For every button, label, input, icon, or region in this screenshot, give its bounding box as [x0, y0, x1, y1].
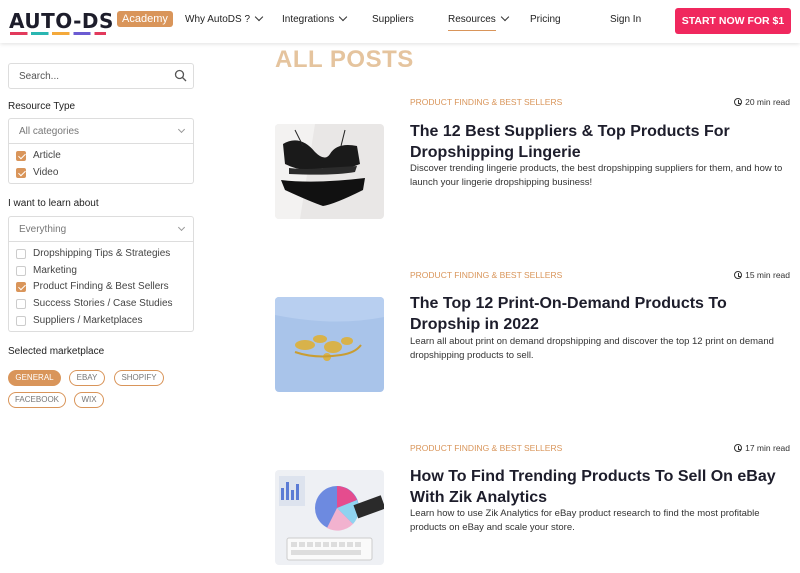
read-time-text: 15 min read [745, 270, 790, 280]
sign-in-link[interactable]: Sign In [610, 14, 641, 25]
checkbox-checked-icon[interactable] [16, 151, 26, 161]
chip-ebay[interactable]: EBAY [69, 370, 105, 386]
post-category-link[interactable]: PRODUCT FINDING & BEST SELLERS [410, 97, 562, 107]
post-title-link[interactable]: The 12 Best Suppliers & Top Products For… [410, 121, 795, 163]
nav-label: Resources [448, 14, 496, 31]
option-product-finding[interactable]: Product Finding & Best Sellers [9, 279, 193, 296]
post-title-link[interactable]: The Top 12 Print-On-Demand Products To D… [410, 293, 795, 335]
post-thumbnail-zik-analytics[interactable] [275, 470, 384, 565]
clock-icon [734, 271, 743, 279]
chevron-down-icon [177, 125, 186, 134]
nav-label: Why AutoDS ? [185, 14, 251, 25]
post-excerpt: Learn how to use Zik Analytics for eBay … [410, 508, 760, 533]
post-category-link[interactable]: PRODUCT FINDING & BEST SELLERS [410, 443, 562, 453]
chip-general[interactable]: GENERAL [8, 370, 61, 386]
option-label: Article [33, 150, 61, 161]
checkbox-icon[interactable] [16, 265, 26, 276]
resource-type-options: Article Video [8, 144, 194, 185]
option-success-stories[interactable]: Success Stories / Case Studies [9, 296, 193, 313]
nav-label: Pricing [530, 14, 561, 25]
select-value: All categories [19, 126, 80, 137]
nav-suppliers[interactable]: Suppliers [372, 14, 414, 25]
clock-icon [734, 444, 743, 452]
academy-badge[interactable]: Academy [117, 11, 173, 27]
chevron-down-icon [177, 223, 186, 232]
option-label: Suppliers / Marketplaces [33, 314, 143, 326]
page-title: ALL POSTS [275, 46, 414, 73]
marketplace-label: Selected marketplace [8, 346, 105, 357]
chevron-down-icon [254, 12, 264, 22]
checkbox-icon[interactable] [16, 315, 26, 326]
checkbox-checked-icon[interactable] [16, 282, 26, 293]
read-time: 17 min read [734, 443, 790, 453]
checkbox-checked-icon[interactable] [16, 167, 26, 178]
option-label: Product Finding & Best Sellers [33, 281, 169, 293]
clock-icon [734, 98, 743, 106]
chip-shopify[interactable]: SHOPIFY [114, 370, 164, 386]
option-label: Success Stories / Case Studies [33, 298, 173, 310]
post-excerpt: Learn all about print on demand dropship… [410, 336, 774, 361]
autods-logo[interactable]: AUTO-DS [9, 9, 114, 33]
post-thumbnail-print-on-demand[interactable] [275, 297, 384, 392]
nav-integrations[interactable]: Integrations [282, 12, 348, 25]
option-video[interactable]: Video [9, 165, 193, 182]
learn-about-select[interactable]: Everything [8, 216, 194, 242]
post-title-link[interactable]: How To Find Trending Products To Sell On… [410, 466, 795, 508]
resource-type-select[interactable]: All categories [8, 118, 194, 144]
post-thumbnail-lingerie[interactable] [275, 124, 384, 219]
search-input[interactable] [9, 64, 159, 88]
post-category-link[interactable]: PRODUCT FINDING & BEST SELLERS [410, 270, 562, 280]
option-label: Dropshipping Tips & Strategies [33, 248, 171, 259]
nav-resources[interactable]: Resources [448, 12, 510, 31]
nav-label: Integrations [282, 14, 335, 25]
checkbox-icon[interactable] [16, 299, 26, 310]
post-card: PRODUCT FINDING & BEST SELLERS 17 min re… [275, 443, 795, 573]
site-header: AUTO-DS Academy Why AutoDS ? Integration… [0, 0, 800, 43]
start-now-button[interactable]: START NOW FOR $1 [675, 8, 791, 34]
search-box [8, 63, 194, 89]
chip-facebook[interactable]: FACEBOOK [8, 392, 66, 408]
post-card: PRODUCT FINDING & BEST SELLERS 15 min re… [275, 270, 795, 400]
chip-wix[interactable]: WIX [74, 392, 104, 408]
post-card: PRODUCT FINDING & BEST SELLERS 20 min re… [275, 97, 795, 227]
read-time-text: 17 min read [745, 443, 790, 453]
nav-label: Suppliers [372, 14, 414, 25]
read-time: 20 min read [734, 97, 790, 107]
learn-about-options: Dropshipping Tips & Strategies Marketing… [8, 242, 194, 333]
option-label: Marketing [33, 264, 77, 276]
option-dropshipping-tips[interactable]: Dropshipping Tips & Strategies [9, 246, 193, 263]
logo-underline-decoration [10, 32, 106, 35]
read-time-text: 20 min read [745, 97, 790, 107]
chevron-down-icon [339, 12, 348, 22]
option-article[interactable]: Article [9, 148, 193, 165]
chevron-down-icon [500, 12, 510, 22]
option-marketing[interactable]: Marketing [9, 263, 193, 280]
option-suppliers-marketplaces[interactable]: Suppliers / Marketplaces [9, 313, 193, 330]
resource-type-label: Resource Type [8, 101, 76, 112]
nav-pricing[interactable]: Pricing [530, 14, 561, 25]
search-icon[interactable] [174, 69, 187, 82]
checkbox-icon[interactable] [16, 249, 26, 259]
select-value: Everything [19, 224, 67, 235]
post-excerpt: Discover trending lingerie products, the… [410, 163, 783, 188]
option-label: Video [33, 166, 59, 178]
learn-about-label: I want to learn about [8, 198, 99, 209]
nav-why-autods[interactable]: Why AutoDS ? [185, 12, 264, 25]
read-time: 15 min read [734, 270, 790, 280]
